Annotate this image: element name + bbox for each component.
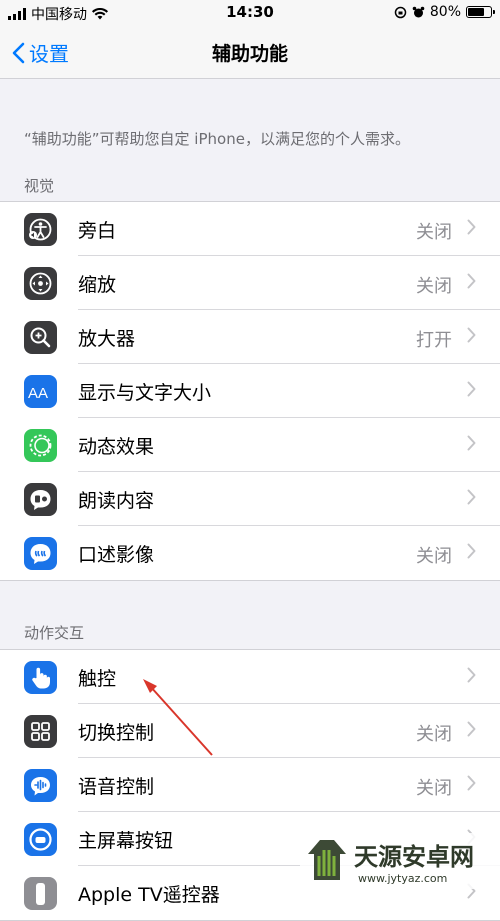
chevron-right-icon	[467, 327, 476, 343]
watermark: 天源安卓网 www.jytyaz.com	[300, 833, 500, 889]
list-item-switch-control[interactable]: 切换控制 关闭	[0, 704, 500, 758]
list-item-touch[interactable]: 触控	[0, 650, 500, 704]
home-button-icon	[24, 823, 57, 856]
apple-tv-remote-icon	[24, 877, 57, 910]
navigation-bar: 设置 辅助功能	[0, 26, 500, 79]
list-item-label: 语音控制	[78, 776, 155, 798]
switch-control-icon	[24, 715, 57, 748]
list-item-audio-descriptions[interactable]: 口述影像 关闭	[0, 526, 500, 580]
list-item-label: 放大器	[78, 328, 136, 350]
list-item-label: Apple TV遥控器	[78, 884, 220, 906]
orientation-lock-icon	[394, 6, 407, 18]
page-title: 辅助功能	[211, 43, 288, 65]
list-item-label: 显示与文字大小	[78, 382, 212, 404]
chevron-right-icon	[467, 489, 476, 505]
list-item-motion[interactable]: 动态效果	[0, 418, 500, 472]
battery-icon	[466, 6, 495, 18]
section-header-vision: 视觉	[24, 177, 55, 195]
list-item-value: 关闭	[416, 222, 452, 243]
text-size-icon: AA	[24, 375, 57, 408]
list-item-voice-control[interactable]: 语音控制 关闭	[0, 758, 500, 812]
list-item-value: 打开	[416, 330, 452, 351]
list-item-value: 关闭	[416, 724, 452, 745]
list-item-label: 旁白	[78, 220, 117, 242]
list-item-value: 关闭	[416, 546, 452, 567]
chevron-right-icon	[467, 775, 476, 791]
list-item-zoom[interactable]: 缩放 关闭	[0, 256, 500, 310]
section-header-physical-motor: 动作交互	[24, 624, 85, 642]
list-item-voiceover[interactable]: 旁白 关闭	[0, 202, 500, 256]
list-item-value: 关闭	[416, 778, 452, 799]
voice-control-icon	[24, 769, 57, 802]
watermark-url: www.jytyaz.com	[358, 872, 448, 885]
touch-icon	[24, 661, 57, 694]
list-item-label: 缩放	[78, 274, 117, 296]
chevron-right-icon	[467, 273, 476, 289]
chevron-right-icon	[467, 435, 476, 451]
list-item-label: 口述影像	[78, 544, 155, 566]
voiceover-icon	[24, 213, 57, 246]
magnifier-icon	[24, 321, 57, 354]
list-item-value: 关闭	[416, 276, 452, 297]
svg-text:AA: AA	[28, 385, 48, 402]
chevron-right-icon	[467, 543, 476, 559]
intro-text: “辅助功能”可帮助您自定 iPhone，以满足您的个人需求。	[24, 130, 410, 148]
list-item-label: 动态效果	[78, 436, 155, 458]
list-item-display-text-size[interactable]: AA 显示与文字大小	[0, 364, 500, 418]
list-item-spoken-content[interactable]: 朗读内容	[0, 472, 500, 526]
list-item-magnifier[interactable]: 放大器 打开	[0, 310, 500, 364]
chevron-right-icon	[467, 219, 476, 235]
chevron-right-icon	[467, 381, 476, 397]
battery-percentage: 80%	[429, 4, 461, 20]
list-item-label: 触控	[78, 668, 117, 690]
motion-icon	[24, 429, 57, 462]
alarm-icon	[412, 6, 425, 17]
chevron-right-icon	[467, 667, 476, 683]
chevron-right-icon	[467, 721, 476, 737]
watermark-text: 天源安卓网	[354, 842, 474, 871]
audio-description-icon	[24, 537, 57, 570]
vision-group: 旁白 关闭 缩放 关闭 放大器 打开 AA 显示与文字大小 动态效果 朗读内容 …	[0, 201, 500, 581]
list-item-label: 朗读内容	[78, 490, 155, 512]
zoom-icon	[24, 267, 57, 300]
android-logo-icon	[308, 840, 346, 880]
status-bar: 中国移动 14:30 80%	[0, 0, 500, 26]
list-item-label: 切换控制	[78, 722, 155, 744]
list-item-label: 主屏幕按钮	[78, 830, 174, 852]
spoken-content-icon	[24, 483, 57, 516]
